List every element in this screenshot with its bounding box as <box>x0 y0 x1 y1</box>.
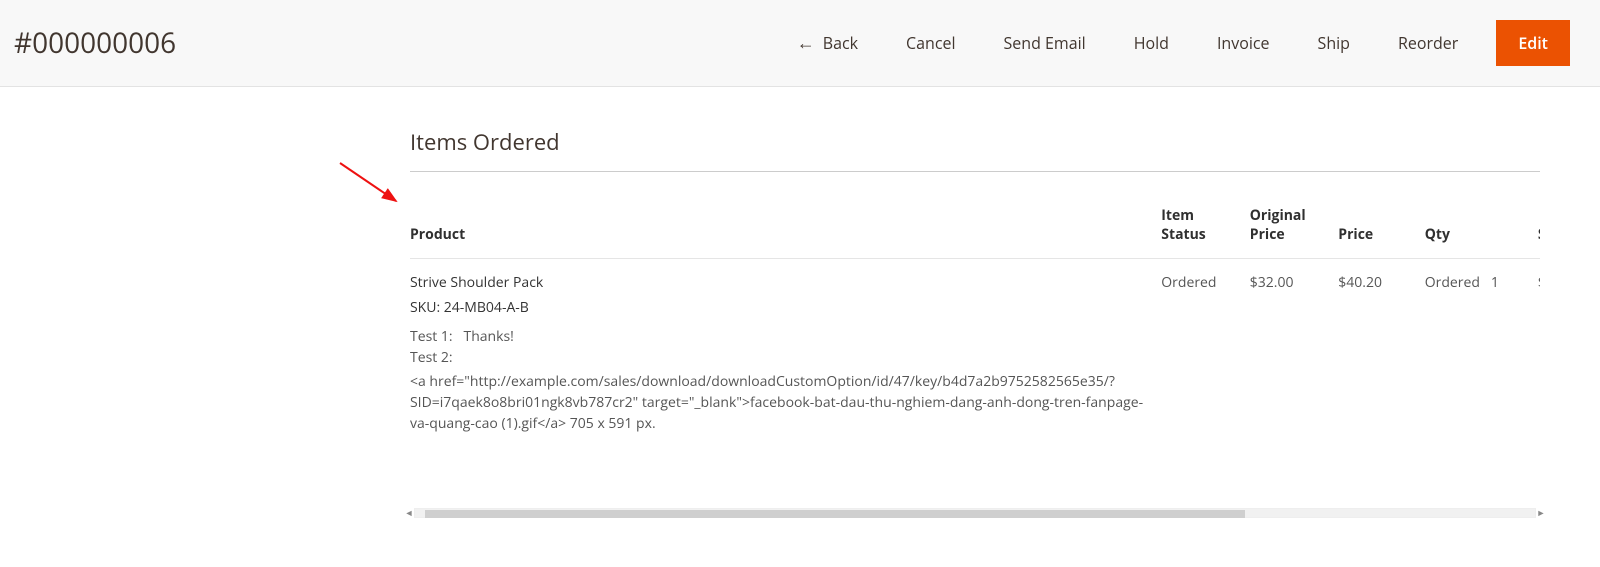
option-label: Test 1: <box>410 327 453 346</box>
cancel-button[interactable]: Cancel <box>882 22 979 64</box>
arrow-left-icon: ← <box>797 34 815 52</box>
order-number-title: #000000006 <box>10 24 176 62</box>
option-raw-html: <a href="http://example.com/sales/downlo… <box>410 371 1149 434</box>
option-value: Thanks! <box>463 327 513 346</box>
ship-button[interactable]: Ship <box>1294 22 1374 64</box>
edit-button[interactable]: Edit <box>1496 20 1570 66</box>
back-label: Back <box>823 32 858 54</box>
cell-subtotal: $40 <box>1538 259 1540 449</box>
annotation-arrow-icon <box>338 161 418 221</box>
table-header-row: Product Item Status Original Price Price… <box>410 172 1540 259</box>
content: Items Ordered Product Item Status Origin… <box>0 87 1600 540</box>
page-header: #000000006 ← Back Cancel Send Email Hold… <box>0 0 1600 87</box>
cell-original-price: $32.00 <box>1250 259 1339 449</box>
horizontal-scrollbar[interactable]: ◄ ► <box>410 508 1540 520</box>
invoice-button[interactable]: Invoice <box>1193 22 1294 64</box>
send-email-button[interactable]: Send Email <box>980 22 1110 64</box>
product-sku: SKU: 24-MB04-A-B <box>410 298 1149 317</box>
sku-label: SKU: <box>410 298 440 317</box>
qty-value: 1 <box>1491 273 1499 292</box>
scroll-thumb[interactable] <box>425 510 1245 518</box>
col-price: Price <box>1338 172 1424 259</box>
col-qty: Qty <box>1425 172 1538 259</box>
cell-status: Ordered <box>1161 259 1250 449</box>
items-table-wrap[interactable]: Product Item Status Original Price Price… <box>410 172 1540 448</box>
col-item-status: Item Status <box>1161 172 1250 259</box>
cell-price: $40.20 <box>1338 259 1424 449</box>
items-table: Product Item Status Original Price Price… <box>410 172 1540 448</box>
scroll-right-icon[interactable]: ► <box>1536 507 1546 519</box>
items-ordered-section: Items Ordered Product Item Status Origin… <box>410 127 1540 448</box>
col-subtotal: Sub <box>1538 172 1540 259</box>
back-button[interactable]: ← Back <box>773 22 882 64</box>
col-original-price: Original Price <box>1250 172 1339 259</box>
table-row: Strive Shoulder Pack SKU: 24-MB04-A-B Te… <box>410 259 1540 449</box>
cell-product: Strive Shoulder Pack SKU: 24-MB04-A-B Te… <box>410 259 1161 449</box>
header-actions: ← Back Cancel Send Email Hold Invoice Sh… <box>773 20 1570 66</box>
scroll-left-icon[interactable]: ◄ <box>404 507 414 519</box>
reorder-button[interactable]: Reorder <box>1374 22 1482 64</box>
option-label: Test 2: <box>410 348 453 367</box>
qty-label: Ordered <box>1425 273 1480 292</box>
sku-value: 24-MB04-A-B <box>444 298 529 317</box>
product-option: Test 2: <box>410 348 1149 367</box>
product-name: Strive Shoulder Pack <box>410 273 1149 292</box>
product-option: Test 1: Thanks! <box>410 327 1149 346</box>
cell-qty: Ordered 1 <box>1425 259 1538 449</box>
section-title: Items Ordered <box>410 127 1540 172</box>
col-product: Product <box>410 172 1161 259</box>
scroll-track[interactable] <box>414 508 1536 518</box>
hold-button[interactable]: Hold <box>1110 22 1193 64</box>
